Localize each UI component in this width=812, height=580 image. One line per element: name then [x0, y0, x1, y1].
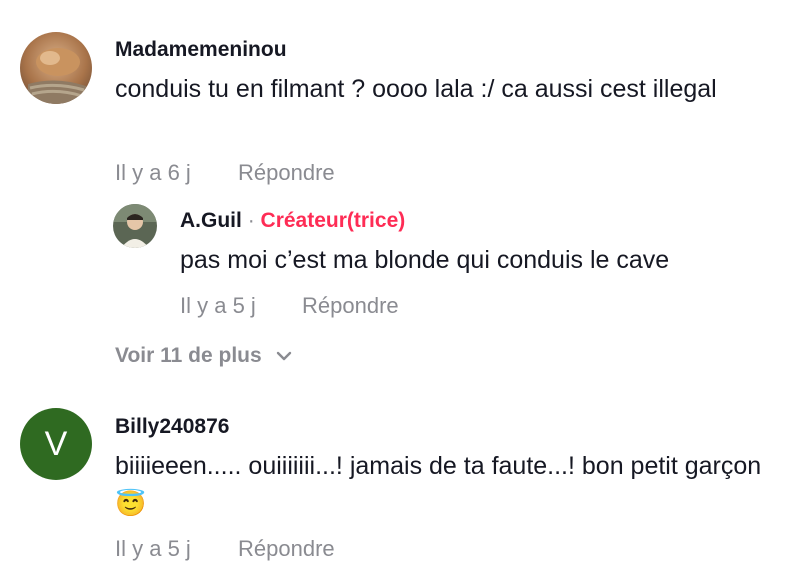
reply-button[interactable]: Répondre [238, 536, 335, 562]
reply-header: A.Guil · Créateur(trice) [180, 209, 405, 233]
comment-text: biiiieeen..... ouiiiiiii...! jamais de t… [115, 452, 762, 518]
timestamp: Il y a 6 j [115, 160, 191, 185]
reply-button[interactable]: Répondre [302, 293, 399, 319]
username[interactable]: A.Guil [180, 209, 242, 232]
view-more-label: Voir 11 de plus [115, 344, 262, 367]
separator: · [247, 209, 255, 232]
timestamp: Il y a 5 j [180, 293, 256, 318]
username[interactable]: Billy240876 [115, 415, 229, 439]
username[interactable]: Madamemeninou [115, 38, 287, 62]
view-more-replies-button[interactable]: Voir 11 de plus [115, 344, 292, 368]
avatar[interactable] [20, 32, 92, 104]
avatar-letter: V [44, 425, 68, 463]
comment-text: pas moi c’est ma blonde qui conduis le c… [180, 246, 670, 274]
reply-button[interactable]: Répondre [238, 160, 335, 186]
comment-text: conduis tu en filmant ? oooo lala :/ ca … [115, 75, 717, 103]
avatar[interactable]: V [20, 408, 92, 480]
creator-badge: Créateur(trice) [260, 209, 406, 232]
timestamp: Il y a 5 j [115, 536, 191, 561]
chevron-down-icon [276, 344, 292, 368]
avatar[interactable] [113, 204, 157, 248]
